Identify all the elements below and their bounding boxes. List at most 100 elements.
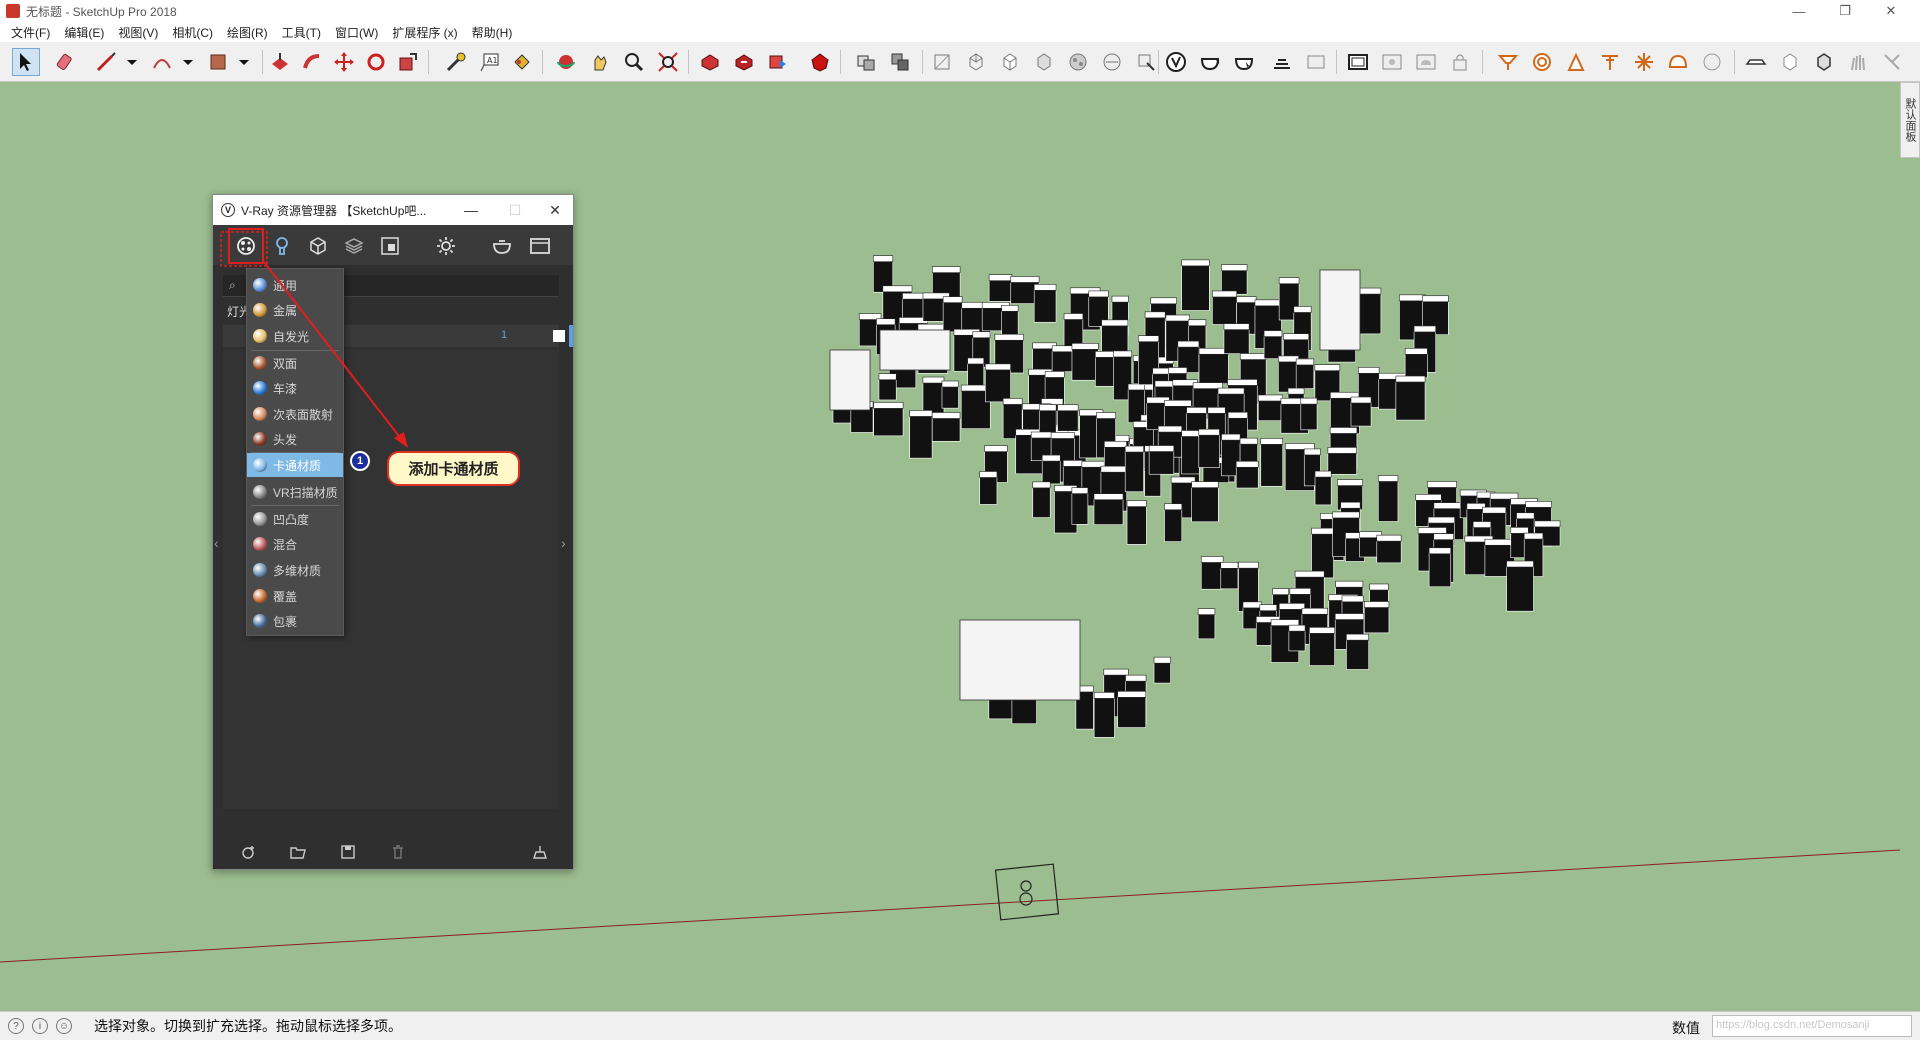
share-component-icon[interactable]	[764, 48, 792, 76]
lights-category-icon[interactable]	[269, 233, 295, 259]
spot-light-icon[interactable]	[1562, 48, 1590, 76]
select-tool-icon[interactable]	[12, 48, 40, 76]
materials-category-icon[interactable]	[228, 228, 264, 264]
textures-category-icon[interactable]	[341, 233, 367, 259]
menu-edit[interactable]: 编辑(E)	[57, 24, 111, 41]
geometry-category-icon[interactable]	[305, 233, 331, 259]
menu-item-car-paint[interactable]: 车漆	[247, 376, 343, 400]
settings-category-icon[interactable]	[433, 233, 459, 259]
hidden-line-icon[interactable]	[996, 48, 1024, 76]
render-teapot-icon[interactable]	[489, 233, 515, 259]
menu-camera[interactable]: 相机(C)	[165, 24, 220, 41]
maximize-button[interactable]: ❐	[1822, 0, 1868, 22]
follow-me-icon[interactable]	[298, 48, 326, 76]
menu-item-subsurface[interactable]: 次表面散射	[247, 402, 343, 426]
fur-icon[interactable]	[1844, 48, 1872, 76]
vray-frame-buffer-icon[interactable]	[1268, 48, 1296, 76]
vray-interactive-icon[interactable]	[1230, 48, 1258, 76]
line-dropdown-icon[interactable]	[118, 48, 146, 76]
user-account-icon[interactable]: ☺	[56, 1018, 72, 1034]
menu-item-metal[interactable]: 金属	[247, 298, 343, 322]
shaded-icon[interactable]	[1030, 48, 1058, 76]
vray-cloud-icon[interactable]	[1412, 48, 1440, 76]
vray-render-region-icon[interactable]	[1378, 48, 1406, 76]
dome-light-icon[interactable]	[1664, 48, 1692, 76]
orbit-icon[interactable]	[552, 48, 580, 76]
menu-item-scanned[interactable]: VR扫描材质	[247, 480, 343, 504]
vray-lock-icon[interactable]	[1446, 48, 1474, 76]
push-pull-icon[interactable]	[266, 48, 294, 76]
mesh-light-icon[interactable]	[1698, 48, 1726, 76]
vray-render-icon[interactable]	[1196, 48, 1224, 76]
menu-view[interactable]: 视图(V)	[111, 24, 165, 41]
rect-light-icon[interactable]	[1494, 48, 1522, 76]
vray-batch-render-icon[interactable]	[1302, 48, 1330, 76]
minimize-button[interactable]: —	[1776, 0, 1822, 22]
solid-subtract-icon[interactable]	[886, 48, 914, 76]
share-model-icon[interactable]	[730, 48, 758, 76]
vray-vfb-icon[interactable]	[1344, 48, 1372, 76]
section-plane-icon[interactable]	[1132, 48, 1160, 76]
collapse-left-icon[interactable]: ‹	[214, 535, 219, 551]
shaded-textures-icon[interactable]	[1064, 48, 1092, 76]
mesh-clipper-icon[interactable]	[1878, 48, 1906, 76]
menu-extensions[interactable]: 扩展程序 (x)	[385, 24, 464, 41]
vray-minimize-button[interactable]: —	[453, 195, 489, 225]
collapse-right-icon[interactable]: ›	[561, 535, 566, 551]
rectangle-tool-icon[interactable]	[204, 48, 232, 76]
arc-dropdown-icon[interactable]	[174, 48, 202, 76]
arc-tool-icon[interactable]	[148, 48, 176, 76]
open-file-icon[interactable]	[289, 844, 307, 860]
default-tray-tab[interactable]: 默认面板	[1900, 82, 1920, 158]
solid-union-icon[interactable]	[852, 48, 880, 76]
menu-tools[interactable]: 工具(T)	[275, 24, 328, 41]
sphere-light-icon[interactable]	[1528, 48, 1556, 76]
zoom-extents-icon[interactable]	[654, 48, 682, 76]
tape-measure-icon[interactable]	[442, 48, 470, 76]
export-proxy-icon[interactable]	[1810, 48, 1838, 76]
zoom-icon[interactable]	[620, 48, 648, 76]
menu-item-generic[interactable]: 通用	[247, 273, 343, 297]
omni-light-icon[interactable]	[1630, 48, 1658, 76]
line-tool-icon[interactable]	[92, 48, 120, 76]
vray-proxy-icon[interactable]	[1776, 48, 1804, 76]
xray-style-icon[interactable]	[928, 48, 956, 76]
rotate-tool-icon[interactable]	[362, 48, 390, 76]
shape-dropdown-icon[interactable]	[230, 48, 258, 76]
delete-asset-icon[interactable]	[389, 844, 407, 860]
menu-file[interactable]: 文件(F)	[4, 24, 57, 41]
infinite-plane-icon[interactable]	[1742, 48, 1770, 76]
scale-tool-icon[interactable]	[394, 48, 422, 76]
menu-item-override[interactable]: 覆盖	[247, 584, 343, 608]
menu-item-bump[interactable]: 凹凸度	[247, 507, 343, 531]
wireframe-icon[interactable]	[962, 48, 990, 76]
menu-item-multi[interactable]: 多维材质	[247, 558, 343, 582]
menu-window[interactable]: 窗口(W)	[328, 24, 385, 41]
paint-bucket-icon[interactable]	[508, 48, 536, 76]
menu-item-two-sided[interactable]: 双面	[247, 351, 343, 375]
menu-item-toon[interactable]: 卡通材质	[247, 453, 343, 477]
vray-maximize-button[interactable]: ☐	[497, 195, 533, 225]
menu-item-emissive[interactable]: 自发光	[247, 324, 343, 348]
credits-icon[interactable]: i	[32, 1018, 48, 1034]
save-file-icon[interactable]	[339, 844, 357, 860]
warehouse-icon[interactable]	[696, 48, 724, 76]
menu-item-wrapper[interactable]: 包裹	[247, 609, 343, 633]
menu-help[interactable]: 帮助(H)	[465, 24, 520, 41]
text-tool-icon[interactable]: A1	[476, 48, 504, 76]
eraser-icon[interactable]	[52, 48, 80, 76]
menu-item-blend[interactable]: 混合	[247, 532, 343, 556]
vray-asset-editor-icon[interactable]	[1162, 48, 1190, 76]
render-elements-category-icon[interactable]	[377, 233, 403, 259]
vray-close-button[interactable]: ✕	[537, 195, 573, 225]
purge-icon[interactable]	[531, 844, 549, 860]
extension-warehouse-icon[interactable]	[806, 48, 834, 76]
close-button[interactable]: ✕	[1868, 0, 1914, 22]
menu-item-hair[interactable]: 头发	[247, 427, 343, 451]
geo-location-icon[interactable]: ?	[8, 1018, 24, 1034]
frame-buffer-icon[interactable]	[527, 233, 553, 259]
pan-icon[interactable]	[586, 48, 614, 76]
ies-light-icon[interactable]	[1596, 48, 1624, 76]
move-tool-icon[interactable]	[330, 48, 358, 76]
add-asset-icon[interactable]	[239, 844, 257, 860]
